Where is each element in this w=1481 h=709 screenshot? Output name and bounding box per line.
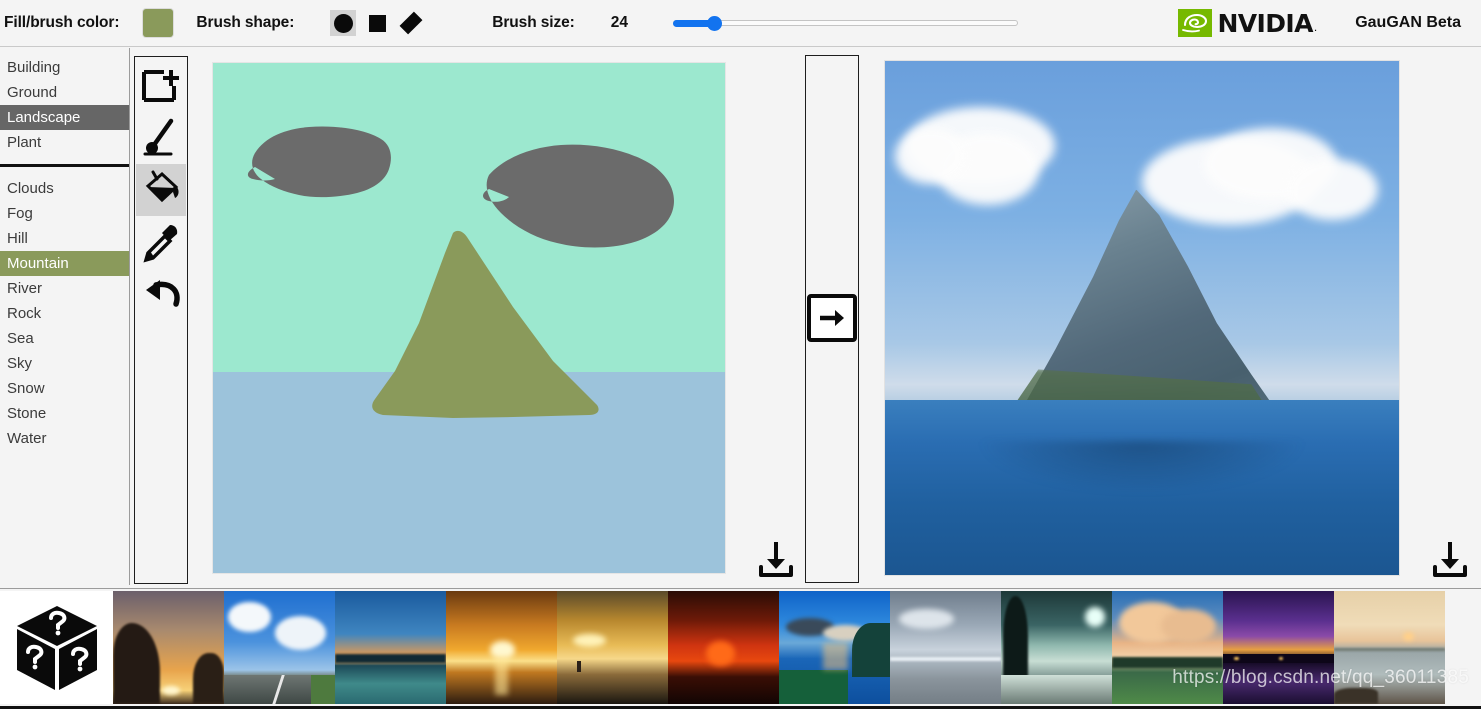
generate-button[interactable] [807,294,857,342]
fill-color-swatch[interactable] [143,9,174,37]
app-title: GauGAN Beta [1355,14,1461,31]
fill-brush-color-label: Fill/brush color: [4,14,120,31]
style-thumb-red-sun[interactable] [668,591,779,704]
generated-output-image [884,60,1400,576]
segment-item-clouds[interactable]: Clouds [0,176,129,201]
segment-item-rock[interactable]: Rock [0,301,129,326]
style-thumb-gray-shore[interactable] [890,591,1001,704]
eyedropper-button[interactable] [136,216,186,268]
brush-shape-group [330,10,424,36]
style-thumb-lake-dusk[interactable] [335,591,446,704]
top-toolbar: Fill/brush color: Brush shape: Brush siz… [0,0,1481,47]
fill-bucket-icon [145,170,179,203]
brush-size-value: 24 [610,14,628,31]
mountain-shape [372,230,599,418]
style-filmstrip: https://blog.csdn.net/qq_36011385 [0,588,1481,709]
nvidia-eye-logo-icon [1178,9,1213,37]
slider-thumb[interactable] [707,16,723,31]
segment-label-panel: Building Ground Landscape Plant Clouds F… [0,48,130,585]
download-output-button[interactable] [1430,538,1470,585]
pen-brush-button[interactable] [136,112,186,164]
segment-item-hill[interactable]: Hill [0,226,129,251]
segment-item-sea[interactable]: Sea [0,326,129,351]
cloud-left-shape [247,126,391,198]
style-thumb-highway-clouds[interactable] [224,591,335,704]
nvidia-wordmark-dot: . [1313,19,1318,34]
new-canvas-button[interactable] [136,60,186,112]
nvidia-brand: NVIDIA . GauGAN Beta [1178,9,1481,38]
nvidia-wordmark: NVIDIA [1217,8,1313,38]
arrow-right-icon [820,310,844,326]
segment-item-snow[interactable]: Snow [0,376,129,401]
brush-shape-diamond-button[interactable] [398,10,424,36]
gaugan-app: Fill/brush color: Brush shape: Brush siz… [0,0,1481,709]
style-thumb-blue-bay[interactable] [779,591,890,704]
style-thumb-ocean-sunrise[interactable] [446,591,557,704]
segment-item-river[interactable]: River [0,276,129,301]
style-thumb-clouds-field[interactable] [1112,591,1223,704]
brush-shape-circle-button[interactable] [330,10,357,36]
download-sketch-button[interactable] [756,538,796,585]
slider-track [672,20,1018,26]
brush-size-label: Brush size: [492,14,575,31]
output-cloud-right-c [1285,158,1379,221]
category-item-plant[interactable]: Plant [0,130,129,155]
circle-icon [333,13,353,33]
sketch-strokes [247,126,674,418]
output-reflection [977,441,1307,493]
panel-divider [0,164,129,167]
square-icon [368,14,386,32]
category-item-building[interactable]: Building [0,55,129,80]
pen-icon [143,118,174,156]
sketch-canvas[interactable] [212,62,726,574]
style-thumb-beach-golden[interactable] [557,591,668,704]
style-thumb-tide-pool[interactable] [1334,591,1445,704]
fill-bucket-button[interactable] [136,164,186,216]
brush-shape-square-button[interactable] [364,10,390,36]
tool-palette [134,56,188,584]
cloud-right-shape [483,144,674,248]
style-thumb-purple-dusk[interactable] [1223,591,1334,704]
download-icon [1433,542,1467,577]
category-item-ground[interactable]: Ground [0,80,129,105]
undo-button[interactable] [136,268,186,320]
brush-size-slider[interactable] [672,13,1018,33]
segment-item-sky[interactable]: Sky [0,351,129,376]
download-icon [759,542,793,577]
segment-item-fog[interactable]: Fog [0,201,129,226]
random-style-button[interactable] [0,591,113,704]
undo-icon [146,280,180,307]
eyedropper-icon [143,225,178,263]
output-cloud-left-c [895,127,968,185]
segment-item-water[interactable]: Water [0,426,129,451]
segment-item-mountain[interactable]: Mountain [0,251,129,276]
segment-item-stone[interactable]: Stone [0,401,129,426]
style-thumb-snow-night[interactable] [1001,591,1112,704]
diamond-icon [399,11,423,35]
random-style-cube-icon [16,605,97,690]
brush-shape-label: Brush shape: [196,14,295,31]
style-thumb-sunset-trees[interactable] [113,591,224,704]
category-item-landscape[interactable]: Landscape [0,105,129,130]
new-canvas-icon [142,70,179,102]
